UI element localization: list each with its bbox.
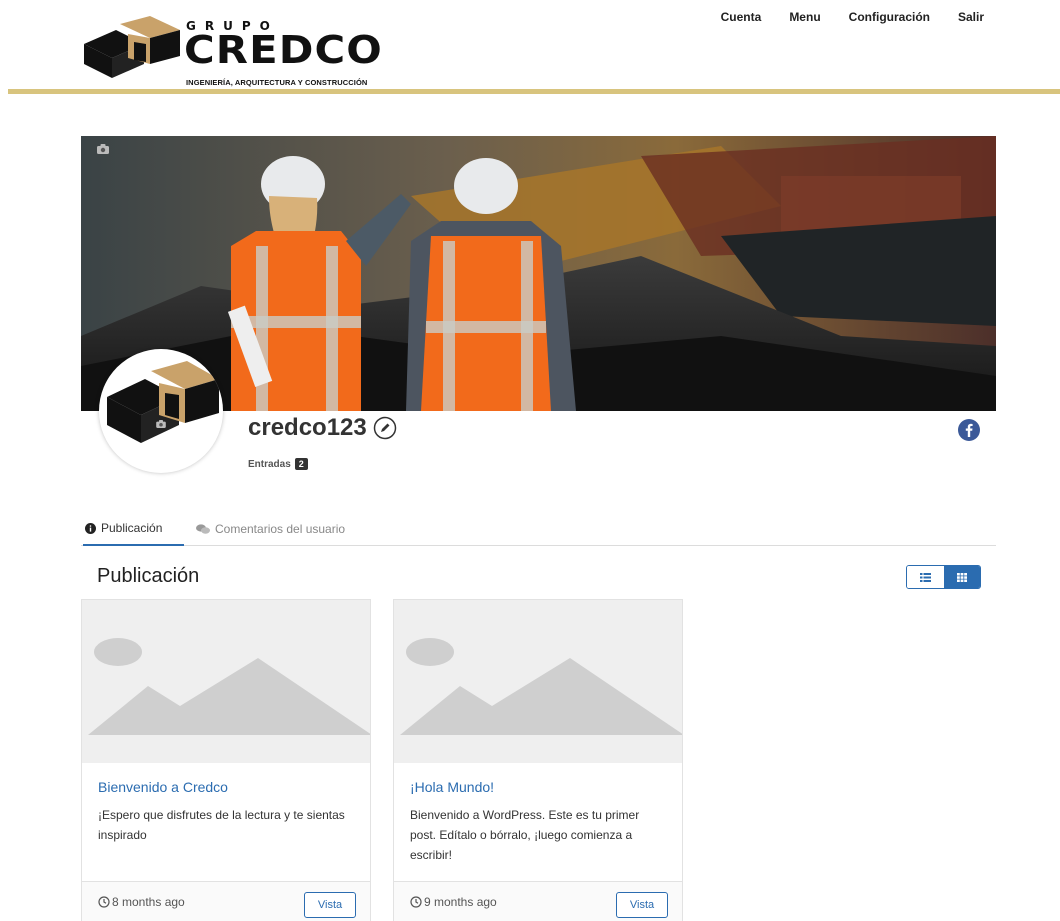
post-time-text: 8 months ago [112,895,185,909]
post-title[interactable]: Bienvenido a Credco [98,779,354,795]
list-view-icon [919,572,931,582]
tab-comentarios[interactable]: Comentarios del usuario [194,512,347,546]
profile-avatar[interactable] [99,349,223,473]
tab-comentarios-label: Comentarios del usuario [215,522,346,536]
cover-photo-image [81,136,996,411]
post-thumbnail[interactable] [394,600,682,763]
post-time: 8 months ago [98,895,185,909]
image-placeholder-icon [88,638,370,735]
section-title: Publicación [97,565,200,587]
view-toggle [906,565,981,589]
site-header: GRUPO CREDCO INGENIERÍA, ARQUITECTURA Y … [0,0,1060,96]
view-post-button[interactable]: Vista [304,892,356,918]
nav-configuracion[interactable]: Configuración [849,10,930,24]
info-circle-icon [85,522,96,534]
edit-pencil-icon[interactable] [373,416,397,440]
post-card: ¡Hola Mundo! Bienvenido a WordPress. Est… [393,599,683,921]
post-card: Bienvenido a Credco ¡Espero que disfrute… [81,599,371,921]
profile-tabs: Publicación Comentarios del usuario [81,512,996,546]
grid-view-icon [956,572,967,582]
nav-menu[interactable]: Menu [789,10,820,24]
credco-logo-mark-icon [84,16,180,78]
post-thumbnail[interactable] [82,600,370,763]
logo-main-text: CREDCO [184,28,383,72]
nav-cuenta[interactable]: Cuenta [721,10,762,24]
tab-publicacion[interactable]: Publicación [83,512,184,546]
post-time: 9 months ago [410,895,497,909]
clock-icon [98,896,110,908]
view-post-button[interactable]: Vista [616,892,668,918]
nav-salir[interactable]: Salir [958,10,984,24]
list-view-button[interactable] [907,566,944,588]
post-footer: 9 months ago Vista [394,881,682,921]
post-excerpt: ¡Espero que disfrutes de la lectura y te… [98,808,345,842]
clock-icon [410,896,422,908]
logo-tagline: INGENIERÍA, ARQUITECTURA Y CONSTRUCCIÓN [186,78,368,87]
avatar-logo-icon [107,361,219,443]
entries-count: Entradas 2 [248,458,308,470]
entries-badge: 2 [294,458,308,470]
profile-username: credco123 [248,414,397,442]
top-navigation: Cuenta Menu Configuración Salir [721,10,984,24]
header-divider [8,89,1060,94]
post-footer: 8 months ago Vista [82,881,370,921]
post-excerpt: Bienvenido a WordPress. Este es tu prime… [410,808,640,862]
cover-photo[interactable] [81,136,996,411]
entries-label: Entradas [248,458,291,470]
post-body: ¡Hola Mundo! Bienvenido a WordPress. Est… [394,763,682,881]
tab-publicacion-label: Publicación [101,521,163,535]
username-text: credco123 [248,414,367,441]
post-time-text: 9 months ago [424,895,497,909]
post-title[interactable]: ¡Hola Mundo! [410,779,666,795]
comments-icon [196,523,210,534]
grid-view-button[interactable] [943,566,980,588]
image-placeholder-icon [400,638,682,735]
camera-icon[interactable] [97,144,109,154]
facebook-icon[interactable] [958,419,980,441]
avatar-camera-icon[interactable] [156,420,166,428]
site-logo[interactable]: GRUPO CREDCO INGENIERÍA, ARQUITECTURA Y … [84,16,382,87]
post-body: Bienvenido a Credco ¡Espero que disfrute… [82,763,370,881]
